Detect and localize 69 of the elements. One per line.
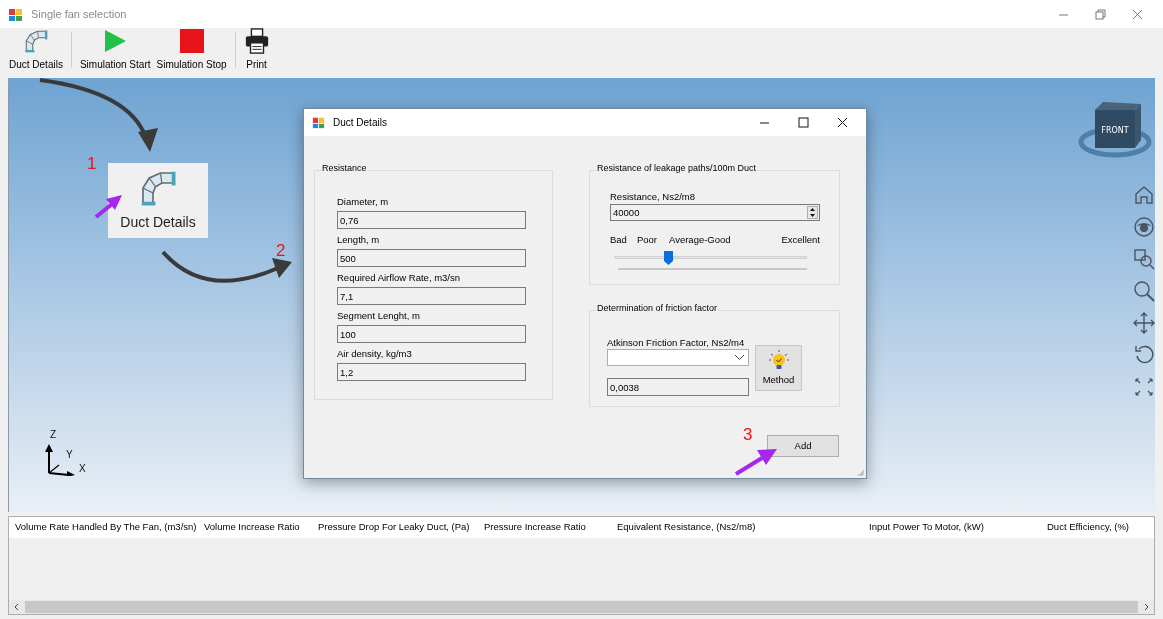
search-icon[interactable] <box>1133 280 1155 302</box>
horizontal-scrollbar[interactable] <box>9 600 1154 614</box>
step-number: 1 <box>87 155 97 172</box>
axis-label: Z <box>50 430 57 440</box>
column-header[interactable]: Pressure Increase Ratio <box>478 520 611 535</box>
rotate-icon[interactable] <box>1133 344 1155 366</box>
field-label: Segment Lenght, m <box>337 310 421 322</box>
lightbulb-icon <box>767 348 790 371</box>
chevron-down-icon <box>734 354 745 361</box>
slider-track[interactable] <box>614 250 807 273</box>
column-header[interactable]: Duct Efficiency, (%) <box>1041 520 1159 535</box>
fullscreen-icon[interactable] <box>1133 376 1155 398</box>
column-header[interactable]: Input Power To Motor, (kW) <box>863 520 1041 535</box>
duct-elbow-icon <box>22 28 49 54</box>
input-field[interactable]: 7,1 <box>337 287 526 305</box>
group-title: Resistance of leakage paths/100m Duct <box>596 164 758 173</box>
zoom-window-icon[interactable] <box>1133 248 1155 270</box>
numeric-input-field[interactable]: 40000 <box>610 204 820 221</box>
pointer-arrow <box>734 449 777 476</box>
app-icon <box>8 6 23 22</box>
column-header[interactable]: Volume Increase Ratio <box>198 520 312 535</box>
eye-icon[interactable] <box>1133 216 1155 238</box>
column-header[interactable]: Volume Rate Handled By The Fan, (m3/sn) <box>9 520 198 535</box>
dropdown[interactable] <box>607 349 749 366</box>
scale-label: Excellent <box>781 233 820 247</box>
column-header[interactable]: Equivalent Resistance, (Ns2/m8) <box>611 520 863 535</box>
step-number: 3 <box>743 426 753 443</box>
close-icon[interactable] <box>837 117 848 128</box>
method-button[interactable]: Method <box>755 345 802 391</box>
callout-label: Duct Details <box>120 213 196 232</box>
input-field[interactable]: 0,76 <box>337 211 526 229</box>
field-label: Air density, kg/m3 <box>337 348 413 360</box>
pan-icon[interactable] <box>1133 312 1155 334</box>
input-field[interactable]: 1,2 <box>337 363 526 381</box>
group-title: Resistance <box>321 164 368 173</box>
axis-label: X <box>79 464 86 474</box>
scale-label: Poor <box>636 233 657 247</box>
view-cube[interactable]: FRONT <box>1075 96 1155 168</box>
stop-icon <box>178 28 205 54</box>
axis-triad-icon <box>45 442 77 476</box>
resize-grip-icon[interactable] <box>857 469 864 476</box>
add-button[interactable]: Add <box>767 435 839 457</box>
column-header[interactable]: Pressure Drop For Leaky Duct, (Pa) <box>312 520 478 535</box>
field-label: Resistance, Ns2/m8 <box>610 191 696 203</box>
toolbar-button[interactable]: Duct Details <box>6 28 66 72</box>
scale-label: Bad <box>610 233 627 247</box>
home-icon[interactable] <box>1133 184 1155 206</box>
axis-label: Y <box>66 450 73 460</box>
input-field[interactable]: 0,0038 <box>607 378 749 396</box>
group-title: Determination of friction factor <box>596 304 719 313</box>
field-label: Required Airflow Rate, m3/sn <box>337 272 462 284</box>
toolbar-button[interactable]: Simulation Start <box>76 28 154 72</box>
field-label: Atkinson Friction Factor, Ns2/m4 <box>607 337 746 349</box>
slider-thumb[interactable] <box>664 251 674 266</box>
input-field[interactable]: 500 <box>337 249 526 267</box>
restore-icon[interactable] <box>1095 8 1106 20</box>
spinner-arrows-icon[interactable] <box>807 206 818 219</box>
toolbar-button[interactable]: Simulation Stop <box>153 28 230 72</box>
toolbar-button[interactable]: Print <box>240 28 273 72</box>
maximize-icon[interactable] <box>798 117 809 128</box>
step-number: 2 <box>276 242 286 259</box>
window-title: Single fan selection <box>31 6 127 22</box>
pointer-arrow <box>94 195 122 219</box>
dialog-title: Duct Details <box>333 116 387 130</box>
scale-label: Average-Good <box>669 233 731 247</box>
field-label: Diameter, m <box>337 196 390 208</box>
app-icon <box>312 116 325 129</box>
input-field[interactable]: 100 <box>337 325 526 343</box>
field-label: Length, m <box>337 234 381 246</box>
